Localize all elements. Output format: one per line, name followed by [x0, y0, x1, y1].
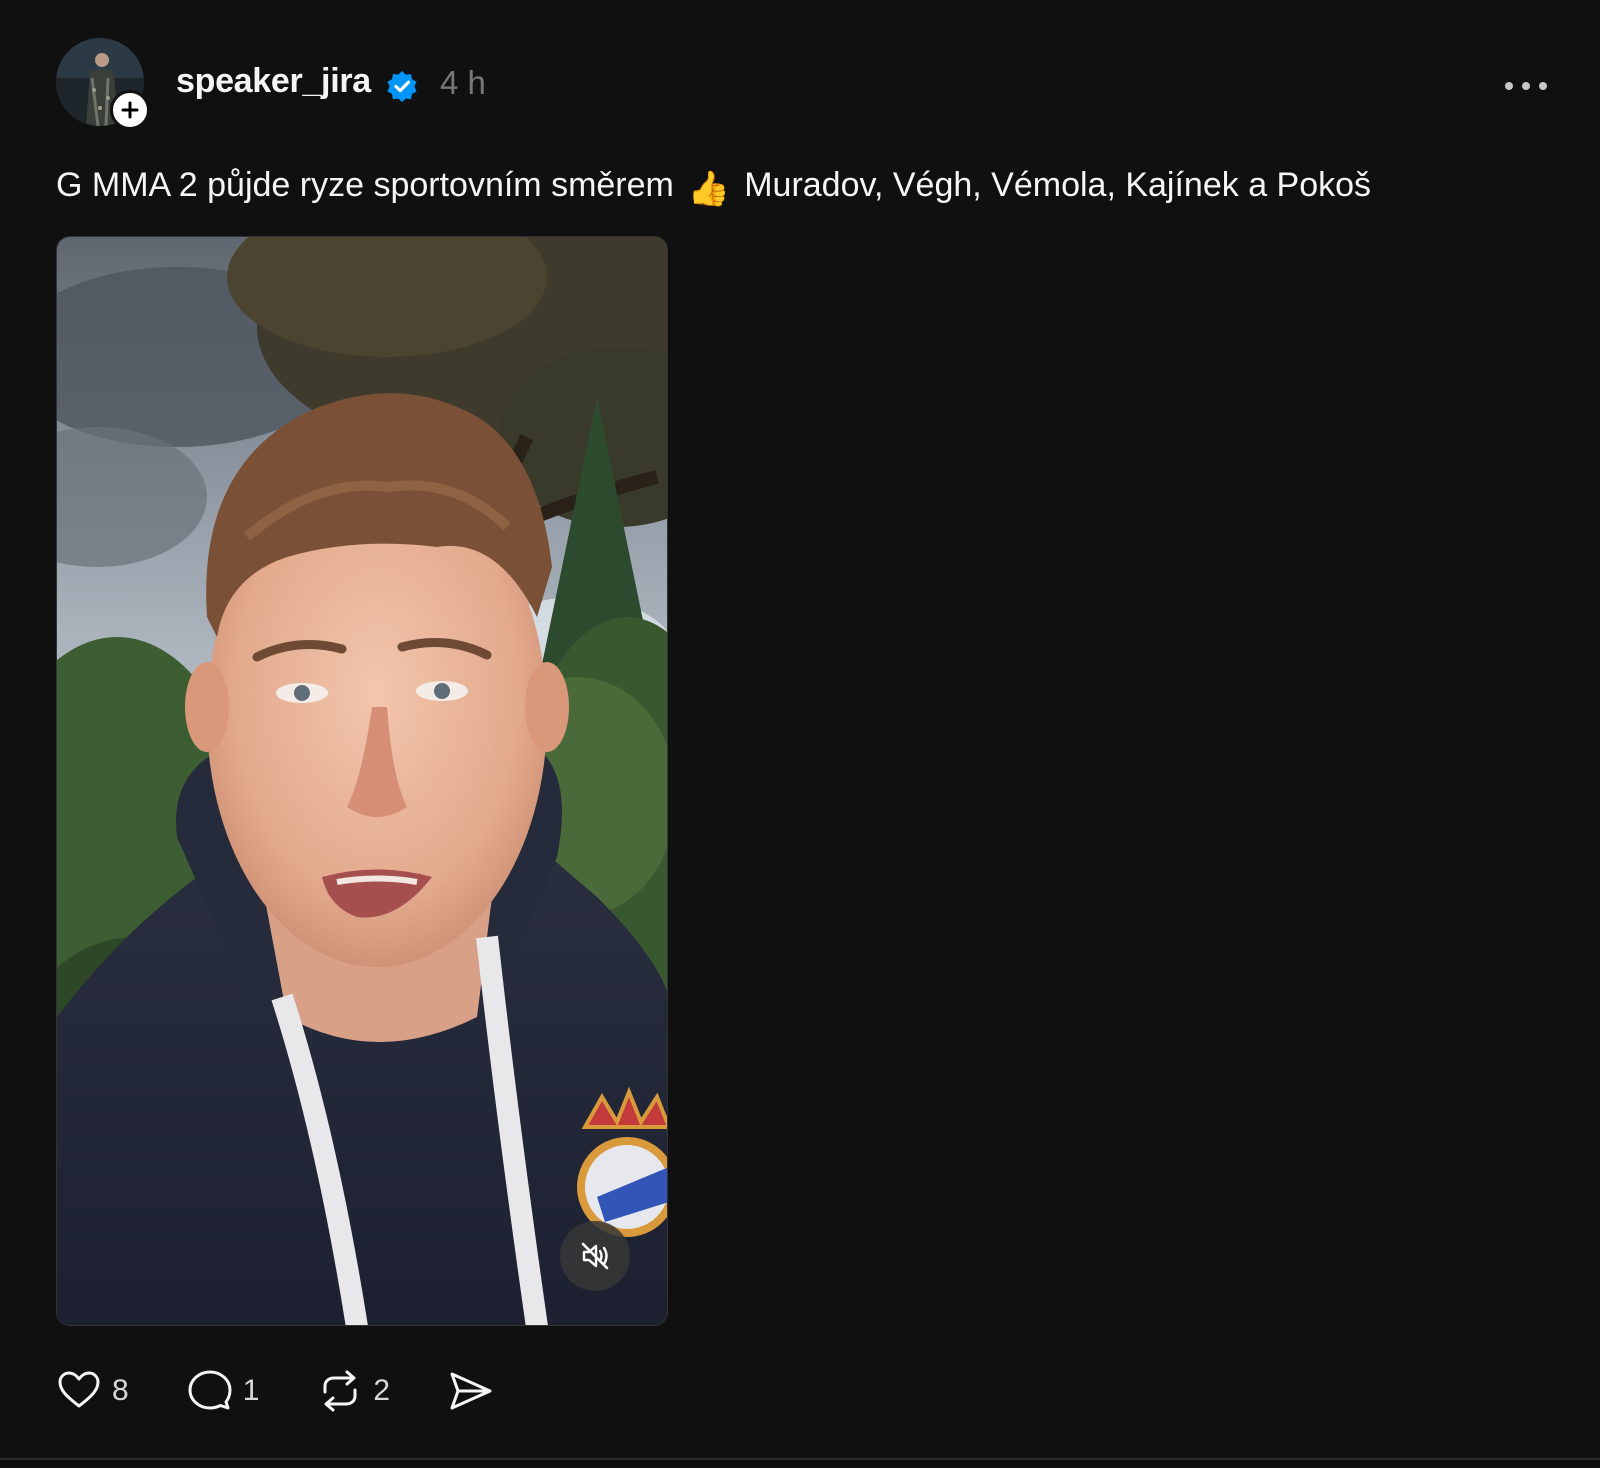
thread-post: speaker_jira 4 h G MMA 2 půjde ryze spor…: [0, 0, 1600, 1460]
reply-button[interactable]: 1: [187, 1368, 260, 1414]
heart-icon: [58, 1371, 100, 1408]
post-caption: G MMA 2 půjde ryze sportovním směrem 👍 Mur…: [56, 166, 1371, 209]
repost-count: 2: [373, 1374, 391, 1407]
share-button[interactable]: [448, 1368, 494, 1414]
verified-badge-icon: [386, 70, 418, 102]
more-horizontal-icon: [1505, 82, 1547, 90]
username-link[interactable]: speaker_jira: [176, 62, 371, 101]
post-video[interactable]: [56, 236, 668, 1326]
repost-button[interactable]: 2: [317, 1368, 390, 1414]
caption-text-start: G MMA 2 půjde ryze sportovním směrem: [56, 166, 674, 204]
send-icon: [450, 1372, 492, 1410]
follow-button[interactable]: [110, 90, 150, 130]
plus-icon: [121, 101, 139, 119]
mute-toggle-button[interactable]: [560, 1221, 630, 1291]
reply-count: 1: [242, 1374, 260, 1407]
avatar-container[interactable]: [56, 38, 150, 130]
video-frame: [57, 237, 667, 1325]
post-actions: 8 1 2: [56, 1366, 552, 1416]
like-button[interactable]: 8: [56, 1368, 129, 1414]
post-timestamp[interactable]: 4 h: [440, 64, 486, 102]
caption-text-end: Muradov, Végh, Vémola, Kajínek a Pokoš: [744, 166, 1372, 204]
comment-icon: [188, 1370, 232, 1410]
repost-icon: [323, 1370, 357, 1412]
thumbs-up-emoji: 👍: [687, 170, 731, 208]
more-options-button[interactable]: [1498, 68, 1554, 104]
like-count: 8: [112, 1374, 129, 1407]
speaker-muted-icon: [581, 1242, 609, 1270]
